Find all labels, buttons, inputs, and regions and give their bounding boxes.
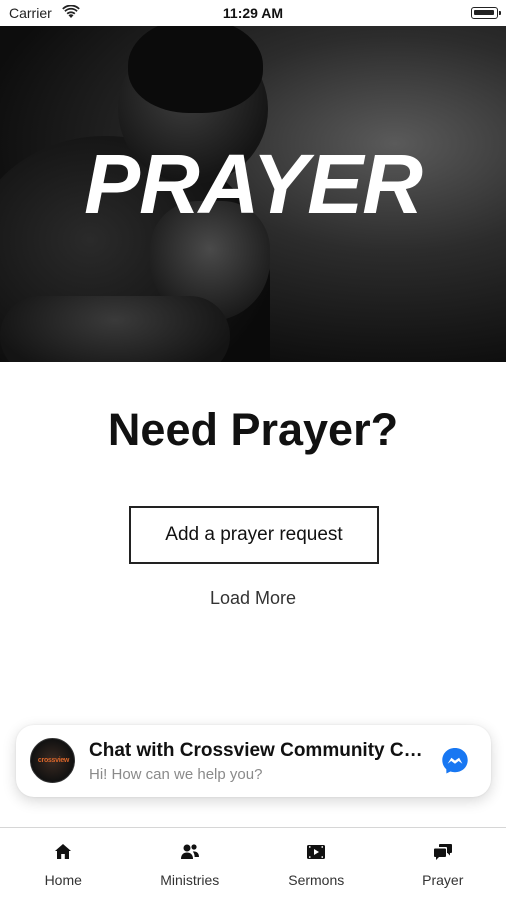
avatar-logo-text: crossview: [37, 757, 70, 764]
people-icon: [180, 844, 199, 859]
tab-sermons[interactable]: Sermons: [253, 828, 380, 900]
chat-bubbles-icon: [433, 844, 452, 860]
hero-figure-arm: [0, 296, 230, 362]
church-avatar: crossview: [30, 738, 75, 783]
chat-title: Chat with Crossview Community Church: [89, 740, 424, 761]
messenger-chat-widget[interactable]: crossview Chat with Crossview Community …: [16, 725, 491, 797]
home-icon: [55, 844, 72, 859]
tab-home[interactable]: Home: [0, 828, 127, 900]
tab-prayer[interactable]: Prayer: [380, 828, 506, 900]
messenger-icon[interactable]: [440, 746, 470, 776]
tab-label-sermons: Sermons: [288, 872, 345, 888]
add-prayer-request-button[interactable]: Add a prayer request: [129, 506, 379, 564]
hero-image: PRAYER: [0, 26, 506, 362]
tab-ministries[interactable]: Ministries: [127, 828, 254, 900]
page-heading: Need Prayer?: [107, 404, 399, 455]
status-time: 11:29 AM: [222, 5, 284, 21]
hero-figure-hair: [128, 26, 263, 113]
status-bar: Carrier 11:29 AM: [0, 0, 506, 26]
bottom-tab-bar: Home Ministries Sermons Prayer: [0, 827, 506, 900]
hero-title: PRAYER: [84, 137, 423, 231]
video-icon: [307, 845, 326, 859]
battery-icon: [471, 7, 501, 19]
tab-label-ministries: Ministries: [160, 872, 220, 888]
chat-subtitle: Hi! How can we help you?: [89, 766, 263, 783]
tab-label-prayer: Prayer: [422, 872, 464, 888]
load-more-link[interactable]: Load More: [0, 588, 506, 609]
tab-label-home: Home: [44, 872, 82, 888]
